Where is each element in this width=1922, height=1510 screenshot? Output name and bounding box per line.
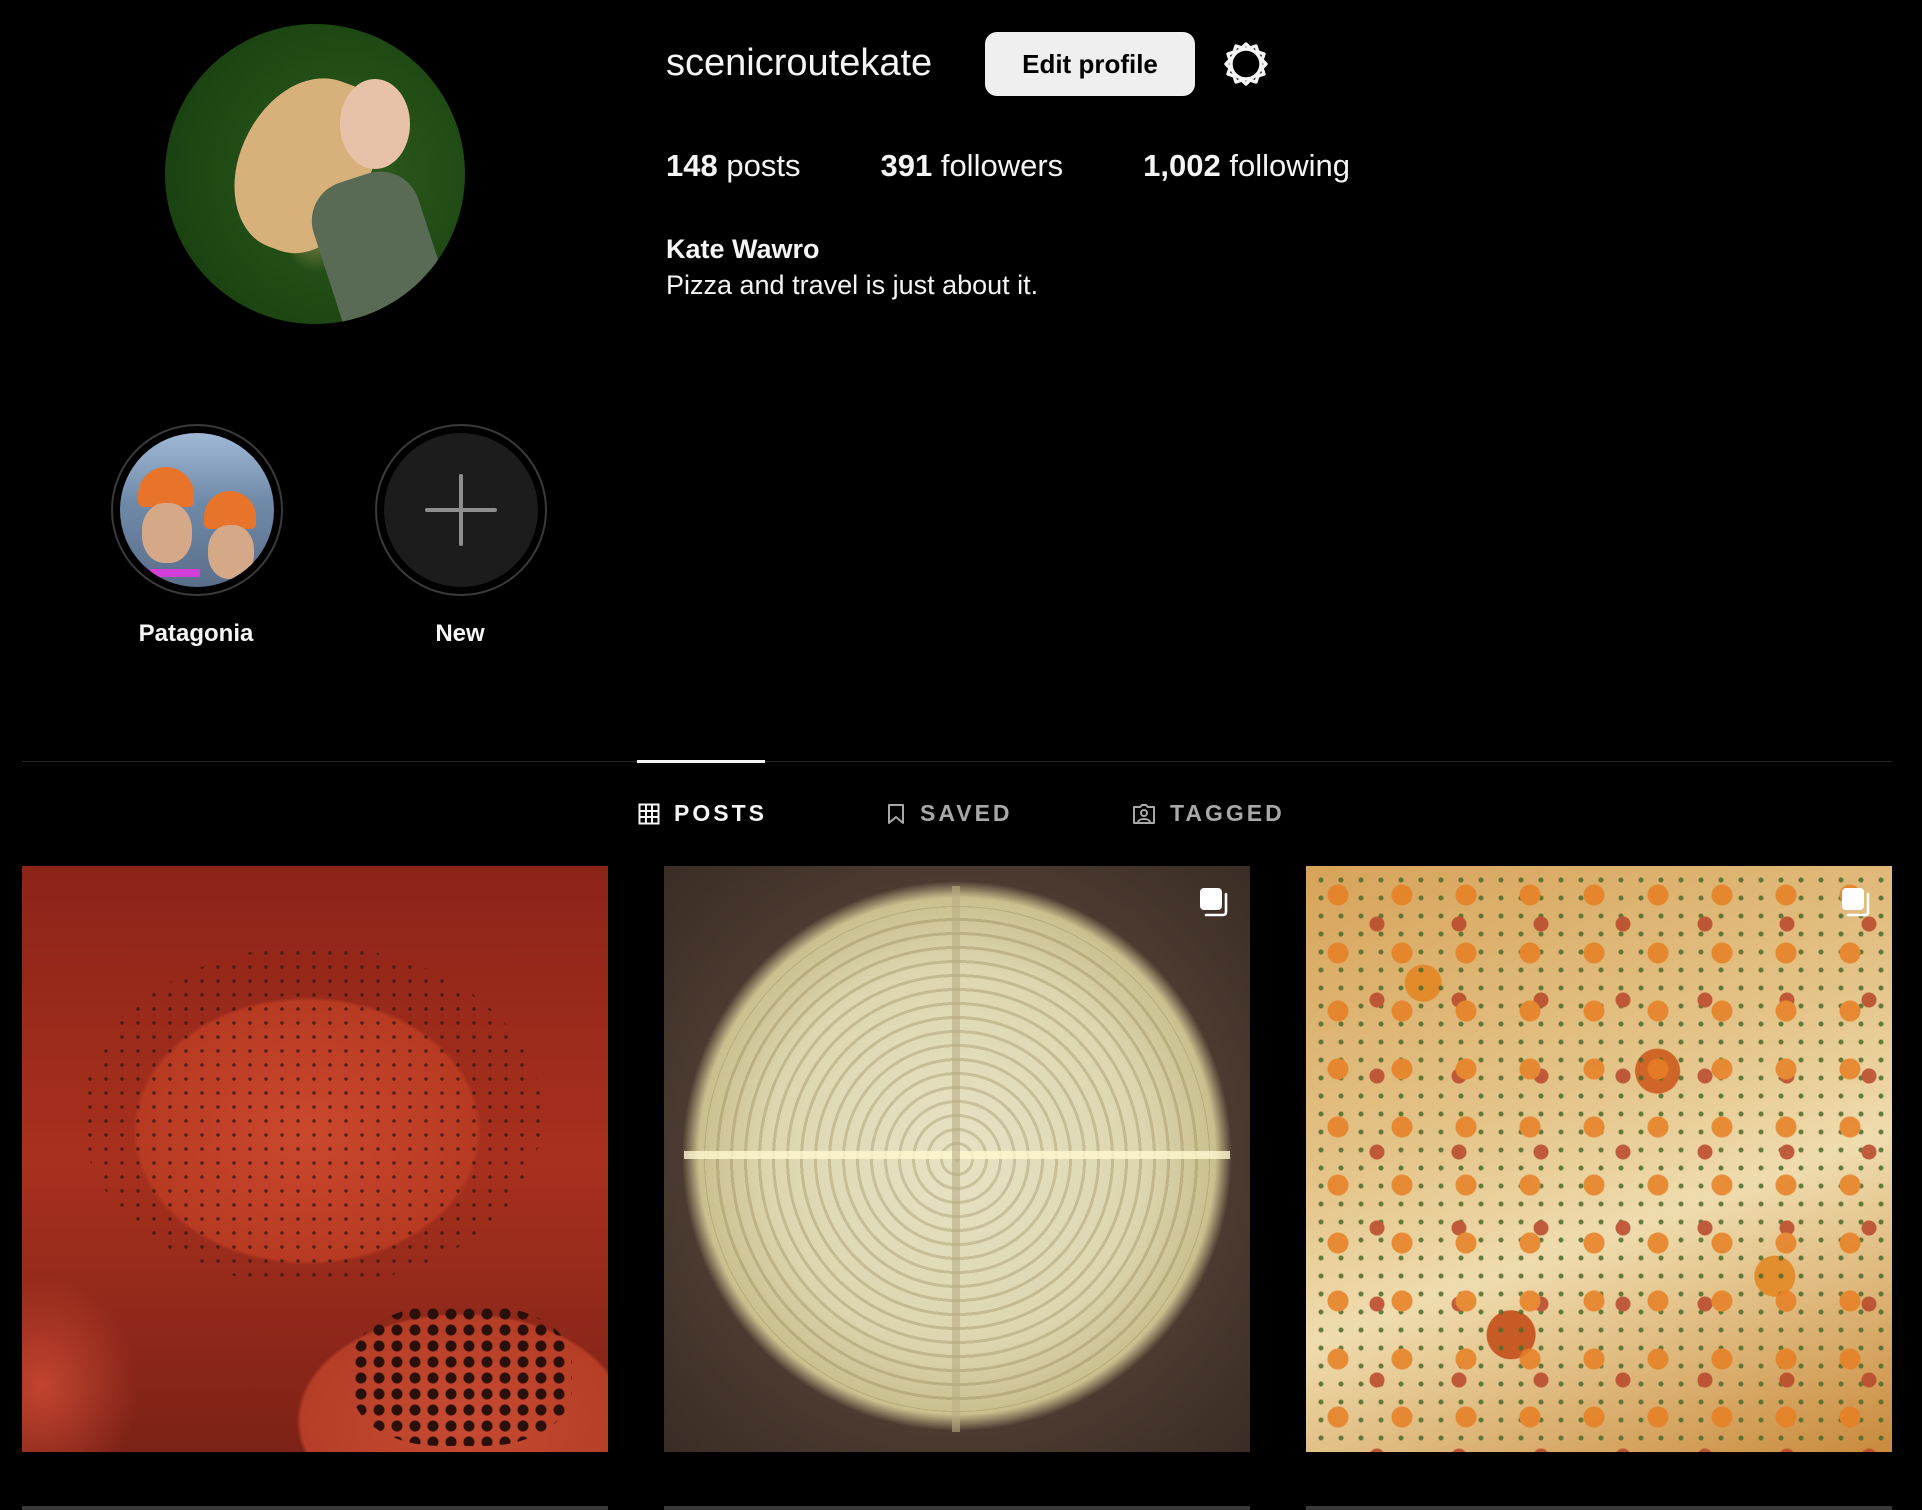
active-tab-indicator	[637, 760, 765, 763]
post-thumbnail-row-2[interactable]	[22, 1506, 608, 1510]
edit-profile-button[interactable]: Edit profile	[985, 32, 1195, 96]
tagged-icon	[1133, 803, 1155, 824]
profile-full-name: Kate Wawro	[666, 234, 820, 264]
settings-gear-icon[interactable]	[1222, 40, 1270, 88]
post-image-texture	[82, 946, 542, 1286]
posts-count: 148	[666, 148, 718, 183]
following-label: following	[1229, 148, 1350, 183]
highlight-new-cover	[384, 433, 538, 587]
post-image-texture	[1306, 866, 1892, 1452]
carousel-icon	[1842, 888, 1870, 917]
highlight-ring	[111, 424, 283, 596]
highlight-ring	[375, 424, 547, 596]
tab-posts-label: POSTS	[674, 800, 767, 826]
posts-label: posts	[726, 148, 801, 183]
profile-bio: Pizza and travel is just about it.	[666, 270, 1039, 300]
profile-avatar[interactable]	[165, 24, 465, 324]
followers-stat[interactable]: 391 followers	[880, 148, 1063, 184]
tabs-divider	[22, 761, 1892, 762]
profile-stats: 148 posts 391 followers 1,002 following	[666, 148, 1350, 184]
followers-label: followers	[940, 148, 1064, 183]
post-image-texture	[352, 1306, 572, 1446]
post-image-texture	[952, 886, 960, 1432]
highlight-label: New	[435, 620, 485, 647]
profile-username: scenicroutekate	[666, 42, 933, 84]
tab-saved-label: SAVED	[920, 800, 1013, 826]
post-thumbnail[interactable]	[22, 866, 608, 1452]
tab-tagged[interactable]: TAGGED	[1132, 800, 1285, 827]
avatar-face	[340, 79, 410, 169]
highlight-new[interactable]: New	[375, 424, 547, 648]
grid-icon	[638, 803, 660, 824]
tab-posts[interactable]: POSTS	[638, 800, 767, 827]
post-thumbnail-row-2[interactable]	[664, 1506, 1250, 1510]
highlight-patagonia[interactable]: Patagonia	[111, 424, 283, 648]
highlight-label: Patagonia	[138, 620, 254, 647]
post-thumbnail-row-2[interactable]	[1306, 1506, 1892, 1510]
carousel-icon	[1200, 888, 1228, 917]
following-stat[interactable]: 1,002 following	[1143, 148, 1350, 184]
tab-saved[interactable]: SAVED	[886, 800, 1013, 827]
posts-stat: 148 posts	[666, 148, 800, 184]
post-thumbnail[interactable]	[664, 866, 1250, 1452]
highlight-cover-image	[120, 433, 274, 587]
following-count: 1,002	[1143, 148, 1221, 183]
plus-icon	[425, 474, 497, 546]
followers-count: 391	[880, 148, 933, 183]
bookmark-icon	[888, 803, 904, 824]
post-thumbnail[interactable]	[1306, 866, 1892, 1452]
tab-tagged-label: TAGGED	[1170, 800, 1285, 826]
